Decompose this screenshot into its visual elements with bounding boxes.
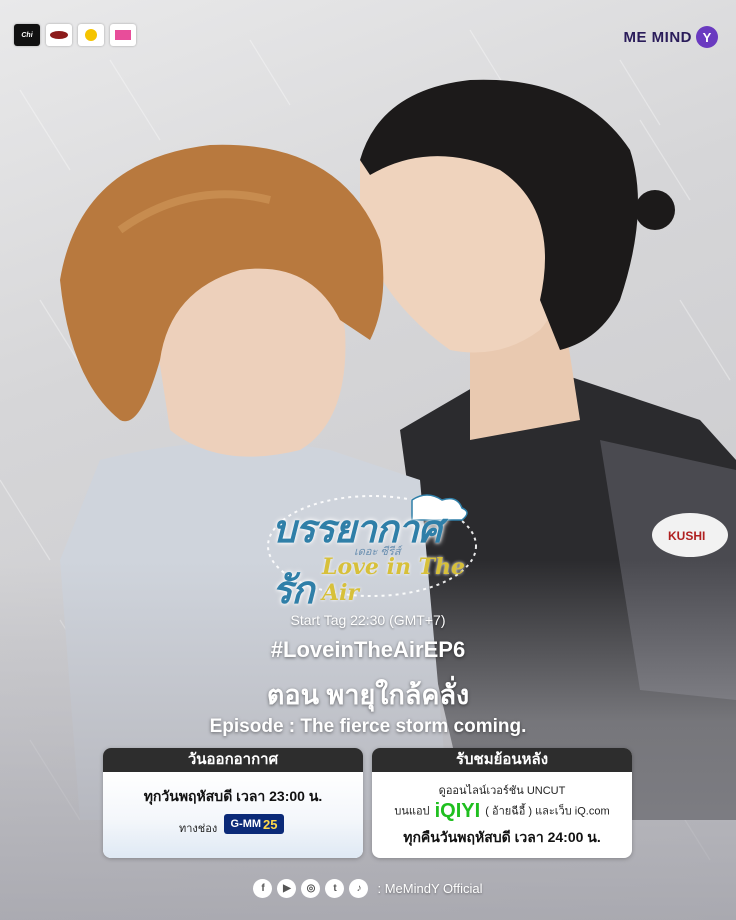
channel-label: ทางช่อง	[179, 823, 218, 835]
episode-title-thai: ตอน พายุใกล้คลั่ง	[266, 680, 470, 710]
iqiyi-logo: iQIYI	[434, 800, 481, 822]
broadcast-card-header: วันออกอากาศ	[103, 748, 363, 772]
rewatch-uncut-note: ดูออนไลน์เวอร์ชัน UNCUT	[438, 785, 566, 797]
brand-logo: ME MIND Y	[623, 26, 718, 48]
svg-text:KUSHI: KUSHI	[668, 529, 705, 543]
youtube-icon[interactable]: ▶	[277, 879, 297, 898]
gmm25-channel-logo: G-MM 25	[224, 814, 284, 834]
brand-name: ME MIND	[623, 28, 692, 46]
app-prefix: บนแอป	[394, 805, 430, 818]
poster: KUSHI Chi ME MIND Y บรรยากาศรัก เดอะ ซีร…	[0, 0, 736, 920]
instagram-icon[interactable]: ◎	[301, 879, 321, 898]
rewatch-schedule: ทุกคืนวันพฤหัสบดี เวลา 24:00 น.	[403, 829, 601, 845]
episode-title-english: Episode : The fierce storm coming.	[209, 716, 527, 737]
twitter-icon[interactable]: t	[325, 879, 345, 898]
sponsor-logos: Chi	[14, 24, 136, 46]
rewatch-app-line: บนแอป iQIYI ( อ้ายฉีอี้ ) และเว็บ iQ.com	[372, 800, 632, 823]
sponsor-logo-union	[78, 24, 104, 46]
channel-name: G-MM	[230, 818, 262, 830]
rewatch-card: รับชมย้อนหลัง ดูออนไลน์เวอร์ชัน UNCUT บน…	[372, 748, 632, 858]
app-suffix: ( อ้ายฉีอี้ ) และเว็บ iQ.com	[485, 805, 610, 818]
sponsor-logo-chi: Chi	[14, 24, 40, 46]
rewatch-card-body: ดูออนไลน์เวอร์ชัน UNCUT บนแอป iQIYI ( อ้…	[372, 772, 632, 858]
broadcast-card-body: ทุกวันพฤหัสบดี เวลา 23:00 น. ทางช่อง G-M…	[103, 772, 363, 858]
sponsor-logo-2	[46, 24, 72, 46]
brand-badge: Y	[696, 26, 718, 48]
social-handle: : MeMindY Official	[377, 881, 483, 896]
rewatch-card-header: รับชมย้อนหลัง	[372, 748, 632, 772]
tiktok-icon[interactable]: ♪	[349, 879, 369, 898]
start-tag-time: Start Tag 22:30 (GMT+7)	[290, 612, 446, 628]
broadcast-schedule: ทุกวันพฤหัสบดี เวลา 23:00 น.	[143, 788, 323, 804]
broadcast-card: วันออกอากาศ ทุกวันพฤหัสบดี เวลา 23:00 น.…	[103, 748, 363, 858]
facebook-icon[interactable]: f	[253, 879, 273, 898]
sponsor-logo-4	[110, 24, 136, 46]
logo-english-title: Love in The Air	[322, 554, 465, 606]
series-logo: บรรยากาศรัก เดอะ ซีรีส์ Love in The Air	[262, 490, 482, 612]
episode-hashtag: #LoveinTheAirEP6	[270, 637, 466, 662]
social-bar: f ▶ ◎ t ♪ : MeMindY Official	[0, 879, 736, 898]
channel-number: 25	[263, 816, 278, 832]
